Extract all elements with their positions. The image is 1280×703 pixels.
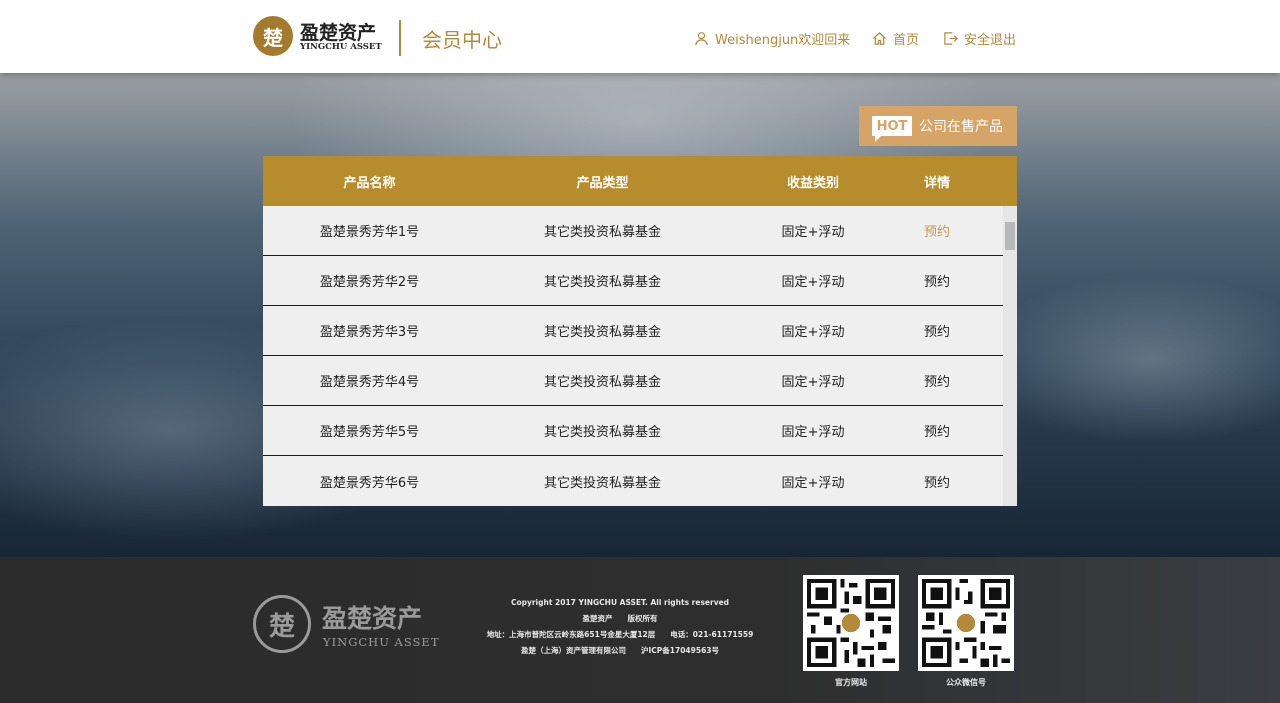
- footer-info: Copyright 2017 YINGCHU ASSET. All rights…: [470, 595, 770, 659]
- footer: 楚 盈楚资产 YINGCHU ASSET Copyright 2017 YING…: [0, 557, 1280, 703]
- reserve-link[interactable]: 预约: [897, 371, 977, 390]
- home-icon: [872, 31, 887, 45]
- income-type: 固定+浮动: [781, 275, 845, 290]
- logout-icon: [944, 31, 958, 45]
- rights-text: 盈楚资产 版权所有: [582, 614, 658, 623]
- logo-text-en: YINGCHU ASSET: [300, 42, 382, 52]
- income-type: 固定+浮动: [781, 425, 845, 440]
- wechat-qr-code: [918, 575, 1014, 671]
- product-table: 产品名称 产品类型 收益类别 详情 盈楚景秀芳华1号 其它类投资私募基金 固定+…: [263, 156, 1017, 506]
- user-icon: [695, 31, 708, 45]
- column-header-name: 产品名称: [343, 175, 396, 191]
- table-header: 产品名称 产品类型 收益类别 详情: [263, 156, 1017, 206]
- table-row: 盈楚景秀芳华5号 其它类投资私募基金 固定+浮动 预约: [263, 406, 1003, 456]
- table-body: 盈楚景秀芳华1号 其它类投资私募基金 固定+浮动 预约 盈楚景秀芳华2号 其它类…: [263, 206, 1003, 506]
- footer-logo-text-en: YINGCHU ASSET: [323, 635, 440, 649]
- hot-products-label: 公司在售产品: [919, 119, 1003, 135]
- column-header-type: 产品类型: [576, 175, 629, 191]
- copyright-text: Copyright 2017 YINGCHU ASSET. All rights…: [510, 598, 730, 607]
- header: 楚 盈楚资产 YINGCHU ASSET 会员中心 Weishengjun欢迎回…: [0, 0, 1280, 73]
- scrollbar-thumb[interactable]: [1005, 222, 1015, 250]
- product-type: 其它类投资私募基金: [543, 325, 661, 340]
- address-text: 地址：上海市普陀区云岭东路651号金星大厦12层 电话：021-61171559: [486, 630, 754, 639]
- logout-link-label: 安全退出: [964, 32, 1017, 48]
- product-name: 盈楚景秀芳华1号: [319, 225, 420, 240]
- product-name: 盈楚景秀芳华6号: [319, 475, 420, 491]
- user-greeting-label: Weishengjun欢迎回来: [715, 32, 851, 48]
- table-row: 盈楚景秀芳华4号 其它类投资私募基金 固定+浮动 预约: [263, 356, 1003, 406]
- table-scrollbar[interactable]: [1003, 206, 1017, 506]
- income-type: 固定+浮动: [781, 225, 845, 240]
- logo-text-cn: 盈楚资产: [300, 22, 377, 44]
- reserve-link[interactable]: 预约: [897, 221, 977, 240]
- reserve-link[interactable]: 预约: [897, 271, 977, 290]
- reserve-link[interactable]: 预约: [897, 321, 977, 340]
- table-row: 盈楚景秀芳华1号 其它类投资私募基金 固定+浮动 预约: [263, 206, 1003, 256]
- company-text: 盈楚（上海）资产管理有限公司 沪ICP备17049563号: [520, 646, 720, 655]
- user-greeting[interactable]: Weishengjun欢迎回来: [694, 29, 851, 48]
- footer-logo-emblem-icon: 楚: [253, 595, 311, 653]
- page-title: 会员中心: [422, 28, 502, 52]
- column-header-income: 收益类别: [786, 175, 839, 191]
- product-name: 盈楚景秀芳华5号: [319, 425, 420, 440]
- income-type: 固定+浮动: [781, 375, 845, 390]
- header-divider: [399, 20, 401, 56]
- income-type: 固定+浮动: [781, 325, 845, 340]
- qr-code-icon: [807, 579, 895, 667]
- logo-emblem-icon: 楚: [253, 16, 293, 56]
- product-type: 其它类投资私募基金: [543, 225, 661, 240]
- qr-code-icon: [922, 579, 1010, 667]
- home-link[interactable]: 首页: [872, 29, 920, 48]
- footer-logo: 楚 盈楚资产 YINGCHU ASSET: [253, 595, 443, 655]
- column-header-detail: 详情: [923, 175, 950, 191]
- product-name: 盈楚景秀芳华3号: [319, 325, 420, 340]
- product-type: 其它类投资私募基金: [543, 275, 661, 290]
- wechat-qr-label: 公众微信号: [946, 678, 986, 687]
- logo[interactable]: 楚 盈楚资产 YINGCHU ASSET: [253, 16, 382, 56]
- website-qr-code: [803, 575, 899, 671]
- table-row: 盈楚景秀芳华3号 其它类投资私募基金 固定+浮动 预约: [263, 306, 1003, 356]
- product-name: 盈楚景秀芳华4号: [319, 375, 420, 390]
- product-name: 盈楚景秀芳华2号: [319, 275, 420, 290]
- table-row: 盈楚景秀芳华2号 其它类投资私募基金 固定+浮动 预约: [263, 256, 1003, 306]
- income-type: 固定+浮动: [781, 475, 845, 491]
- product-type: 其它类投资私募基金: [543, 425, 661, 440]
- reserve-link[interactable]: 预约: [897, 421, 977, 440]
- product-type: 其它类投资私募基金: [543, 375, 661, 390]
- hot-products-button[interactable]: HOT 公司在售产品: [859, 106, 1017, 146]
- hot-badge: HOT: [872, 116, 912, 142]
- reserve-link[interactable]: 预约: [897, 472, 977, 491]
- product-type: 其它类投资私募基金: [543, 475, 661, 491]
- footer-logo-text-cn: 盈楚资产: [322, 604, 423, 633]
- website-qr-label: 官方网站: [835, 678, 867, 687]
- home-link-label: 首页: [893, 32, 920, 48]
- table-row: 盈楚景秀芳华6号 其它类投资私募基金 固定+浮动 预约: [263, 456, 1003, 506]
- logout-link[interactable]: 安全退出: [943, 29, 1017, 48]
